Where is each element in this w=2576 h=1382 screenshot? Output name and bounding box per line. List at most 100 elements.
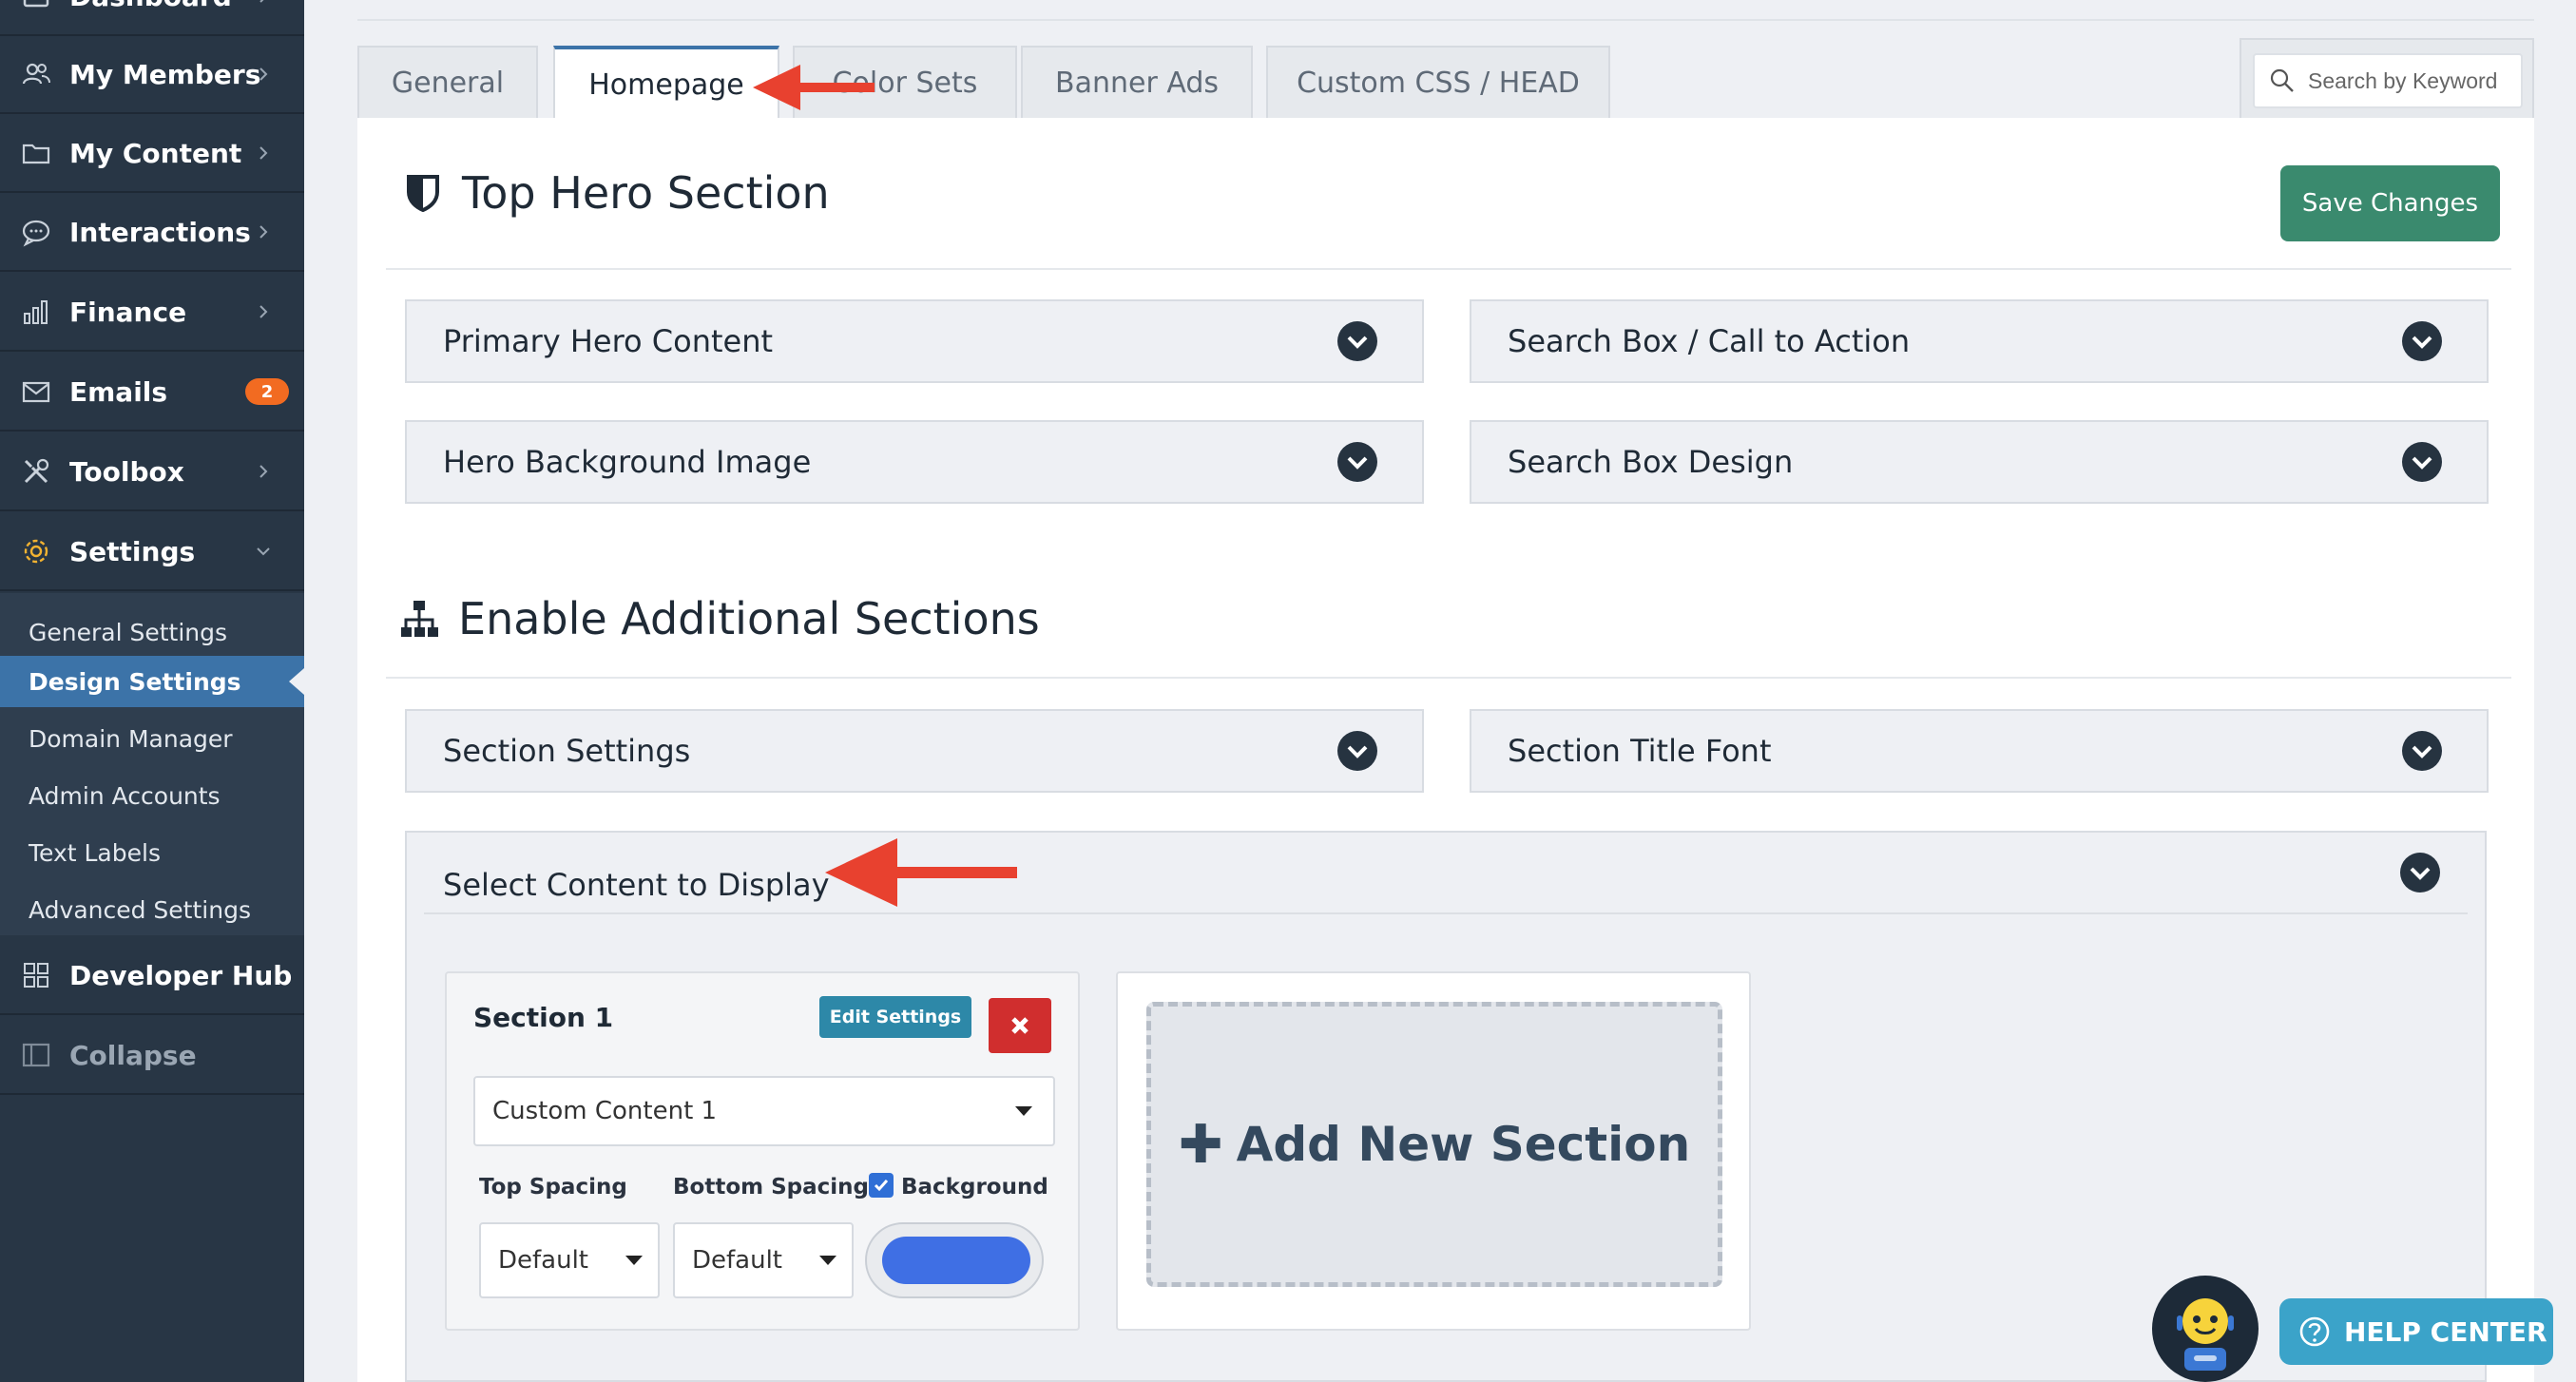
shield-icon (407, 175, 439, 213)
chevron-down-icon (257, 547, 270, 556)
bottom-spacing-value: Default (692, 1246, 782, 1275)
nav-label: Dashboard (69, 0, 232, 12)
top-spacing-value: Default (498, 1246, 588, 1275)
search-container (2240, 38, 2534, 118)
top-divider (357, 19, 2534, 21)
accordion-label: Primary Hero Content (443, 323, 774, 359)
chevron-down-icon (2402, 731, 2442, 771)
nav-toolbox[interactable]: Toolbox (0, 433, 304, 511)
bar-chart-icon (24, 300, 48, 324)
background-label: Background (901, 1175, 1048, 1200)
chevron-right-icon (260, 225, 268, 239)
grid-icon (24, 963, 48, 988)
folder-icon (22, 144, 50, 164)
nav-label: My Content (69, 137, 242, 169)
nav-emails[interactable]: Emails 2 (0, 354, 304, 432)
nav-dashboard[interactable]: Dashboard (0, 0, 304, 36)
content-select[interactable]: Custom Content 1 (473, 1076, 1055, 1146)
nav-label: Collapse (69, 1039, 197, 1071)
top-spacing-label: Top Spacing (479, 1175, 627, 1200)
accordion-search-box-cta[interactable]: Search Box / Call to Action (1470, 299, 2489, 383)
subnav-text-labels[interactable]: Text Labels (0, 827, 304, 878)
nav-label: My Members (69, 58, 261, 90)
accordion-label: Search Box Design (1508, 444, 1794, 480)
chevron-down-icon (1337, 321, 1377, 361)
nav-collapse[interactable]: Collapse (0, 1017, 304, 1095)
nav-label: Toolbox (69, 455, 184, 488)
tab-homepage[interactable]: Homepage (553, 46, 779, 120)
tools-icon (24, 458, 49, 484)
nav-my-members[interactable]: My Members (0, 36, 304, 114)
content-select-value: Custom Content 1 (492, 1097, 718, 1125)
dashboard-icon (23, 0, 49, 8)
caret-down-icon (625, 1256, 643, 1265)
bottom-spacing-select[interactable]: Default (673, 1222, 854, 1298)
collapse-icon (22, 1043, 50, 1067)
save-changes-button[interactable]: Save Changes (2280, 165, 2500, 241)
assistant-bot-avatar[interactable] (2152, 1276, 2259, 1382)
nav-developer-hub[interactable]: Developer Hub (0, 937, 304, 1015)
nav-finance[interactable]: Finance (0, 274, 304, 352)
nav-settings[interactable]: Settings (0, 513, 304, 591)
accordion-divider (424, 912, 2468, 914)
caret-down-icon (819, 1256, 836, 1265)
subnav-advanced-settings[interactable]: Advanced Settings (0, 884, 304, 935)
subnav-admin-accounts[interactable]: Admin Accounts (0, 770, 304, 821)
accordion-label: Hero Background Image (443, 444, 812, 480)
search-box[interactable] (2253, 53, 2523, 108)
accordion-label: Section Title Font (1508, 733, 1772, 769)
check-icon (874, 1180, 889, 1192)
page-title: Top Hero Section (462, 167, 830, 219)
subnav-design-settings[interactable]: Design Settings (0, 656, 304, 707)
chevron-down-icon (2402, 442, 2442, 482)
caret-down-icon (1015, 1106, 1032, 1116)
section-card: Section 1 Edit Settings Custom Content 1… (445, 971, 1080, 1331)
background-color-picker[interactable] (865, 1222, 1044, 1298)
accordion-primary-hero-content[interactable]: Primary Hero Content (405, 299, 1424, 383)
delete-section-button[interactable] (989, 998, 1051, 1053)
members-icon (22, 63, 50, 85)
accordion-label[interactable]: Select Content to Display (443, 867, 830, 903)
gear-icon (24, 539, 48, 564)
accordion-label: Search Box / Call to Action (1508, 323, 1911, 359)
chevron-down-icon (1337, 442, 1377, 482)
hero-section-heading: Top Hero Section (403, 167, 830, 219)
add-new-section-label: Add New Section (1236, 1117, 1691, 1172)
tab-banner-ads[interactable]: Banner Ads (1021, 46, 1253, 118)
hero-divider (386, 268, 2511, 270)
help-center-label: HELP CENTER (2344, 1315, 2547, 1348)
chevron-right-icon (260, 67, 268, 81)
accordion-section-settings[interactable]: Section Settings (405, 709, 1424, 793)
top-spacing-select[interactable]: Default (479, 1222, 660, 1298)
accordion-hero-background-image[interactable]: Hero Background Image (405, 420, 1424, 504)
add-new-section-button[interactable]: ✚ Add New Section (1146, 1002, 1722, 1287)
background-color-swatch (882, 1237, 1030, 1284)
subnav-general-settings[interactable]: General Settings (0, 606, 304, 658)
nav-my-content[interactable]: My Content (0, 115, 304, 193)
subnav-domain-manager[interactable]: Domain Manager (0, 713, 304, 764)
nav-label: Developer Hub (69, 959, 293, 991)
nav-interactions[interactable]: Interactions (0, 194, 304, 272)
question-icon (2299, 1316, 2330, 1347)
sitemap-icon (401, 601, 438, 637)
chevron-right-icon (260, 465, 268, 478)
additional-divider (386, 677, 2511, 679)
accordion-label: Section Settings (443, 733, 691, 769)
edit-settings-button[interactable]: Edit Settings (819, 996, 971, 1038)
nav-label: Settings (69, 535, 196, 567)
search-icon (2270, 68, 2294, 92)
accordion-search-box-design[interactable]: Search Box Design (1470, 420, 2489, 504)
background-checkbox[interactable] (869, 1173, 894, 1198)
accordion-section-title-font[interactable]: Section Title Font (1470, 709, 2489, 793)
chat-icon (22, 220, 50, 247)
bottom-spacing-label: Bottom Spacing (673, 1175, 870, 1200)
help-center-button[interactable]: HELP CENTER (2279, 1298, 2553, 1365)
chevron-right-icon (260, 0, 264, 3)
additional-sections-heading: Enable Additional Sections (399, 593, 1040, 644)
chevron-down-icon (1337, 731, 1377, 771)
chevron-down-icon[interactable] (2399, 852, 2441, 893)
tab-general[interactable]: General (357, 46, 538, 118)
annotation-arrow (753, 65, 875, 110)
tab-custom-css-head[interactable]: Custom CSS / HEAD (1266, 46, 1610, 118)
search-input[interactable] (2308, 67, 2515, 94)
